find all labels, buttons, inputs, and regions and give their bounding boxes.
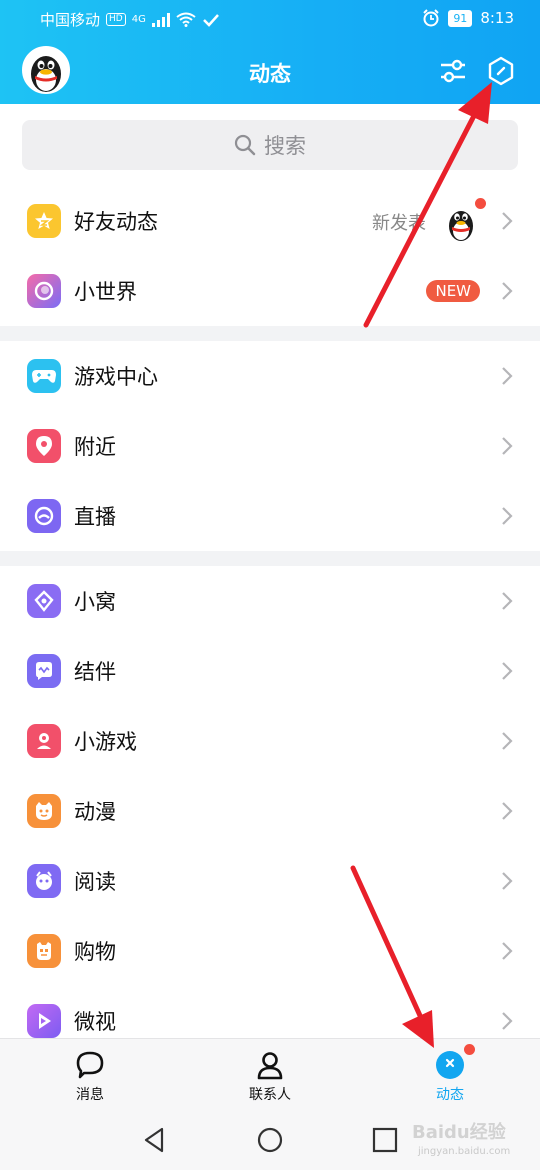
hexagon-settings-icon[interactable] [486, 56, 516, 86]
signal-icon [151, 12, 170, 27]
menu-item-label: 游戏中心 [74, 365, 158, 389]
chevron-right-icon [502, 507, 513, 525]
chevron-right-icon [502, 802, 513, 820]
chat-wave-icon [27, 654, 61, 688]
menu-item-label: 小游戏 [74, 730, 137, 754]
menu-group-2: 游戏中心 附近 直播 [0, 341, 540, 551]
chevron-right-icon [502, 437, 513, 455]
status-bar: 中国移动 HD 4G 91 8:13 [0, 0, 540, 38]
menu-item-mini-game[interactable]: 小游戏 [0, 706, 540, 776]
gamepad-icon [27, 359, 61, 393]
chat-bubble-icon [76, 1051, 104, 1079]
shopping-icon [27, 934, 61, 968]
menu-item-companion[interactable]: 结伴 [0, 636, 540, 706]
bottom-tab-bar: 消息 联系人 动态 [0, 1038, 540, 1108]
mini-game-icon [27, 724, 61, 758]
tab-label: 联系人 [249, 1087, 291, 1103]
menu-item-label: 小世界 [74, 280, 137, 304]
chevron-right-icon [502, 942, 513, 960]
menu-item-label: 小窝 [74, 590, 116, 614]
network-type: 4G [131, 14, 146, 25]
menu-item-friend-feed[interactable]: 好友动态 新发表 [0, 186, 540, 256]
watermark-sub: jingyan.baidu.com [418, 1146, 511, 1157]
alarm-icon [423, 9, 440, 27]
menu-item-weishi[interactable]: 微视 [0, 986, 540, 1038]
menu-item-label: 结伴 [74, 660, 116, 684]
menu-item-live[interactable]: 直播 [0, 481, 540, 551]
menu-group-3: 小窝 结伴 小游戏 动漫 阅读 购物 微视 [0, 566, 540, 1038]
tab-label: 动态 [436, 1087, 464, 1103]
menu-item-reading[interactable]: 阅读 [0, 846, 540, 916]
menu-item-anime[interactable]: 动漫 [0, 776, 540, 846]
tab-messages[interactable]: 消息 [30, 1039, 150, 1109]
menu-item-small-world[interactable]: 小世界 NEW [0, 256, 540, 326]
chevron-right-icon [502, 282, 513, 300]
hd-badge: HD [106, 13, 126, 26]
tab-feed[interactable]: 动态 [390, 1039, 510, 1109]
feed-star-icon [436, 1051, 464, 1079]
chevron-right-icon [502, 662, 513, 680]
search-placeholder: 搜索 [264, 134, 306, 158]
chevron-right-icon [502, 1012, 513, 1030]
person-icon [257, 1052, 283, 1080]
battery-indicator: 91 [448, 9, 473, 27]
menu-group-1: 好友动态 新发表 小世界 NEW [0, 186, 540, 326]
unread-dot [475, 198, 486, 209]
menu-item-label: 好友动态 [74, 210, 158, 234]
star-icon [27, 204, 61, 238]
watermark-text: Baidu经验 [412, 1122, 506, 1143]
anime-icon [27, 794, 61, 828]
home-icon [27, 584, 61, 618]
back-triangle-icon[interactable] [140, 1125, 170, 1155]
tab-label: 消息 [76, 1087, 104, 1103]
chevron-right-icon [502, 872, 513, 890]
menu-item-label: 直播 [74, 505, 116, 529]
menu-item-label: 购物 [74, 940, 116, 964]
live-icon [27, 499, 61, 533]
search-icon [234, 134, 256, 156]
menu-item-label: 微视 [74, 1010, 116, 1034]
recents-square-icon[interactable] [370, 1125, 400, 1155]
carrier-name: 中国移动 [40, 11, 101, 29]
tab-contacts[interactable]: 联系人 [210, 1039, 330, 1109]
new-badge: NEW [426, 280, 480, 302]
wifi-icon [176, 12, 196, 27]
friend-avatar-icon [449, 211, 473, 241]
video-play-icon [27, 1004, 61, 1038]
menu-item-game-center[interactable]: 游戏中心 [0, 341, 540, 411]
chevron-right-icon [502, 732, 513, 750]
menu-item-nearby[interactable]: 附近 [0, 411, 540, 481]
clock: 8:13 [480, 9, 514, 27]
search-area: 搜索 [0, 104, 540, 186]
location-pin-icon [27, 429, 61, 463]
menu-item-label: 附近 [74, 435, 116, 459]
chevron-right-icon [502, 592, 513, 610]
menu-item-label: 阅读 [74, 870, 116, 894]
home-circle-icon[interactable] [255, 1125, 285, 1155]
data-saver-icon [202, 13, 219, 27]
system-nav-bar: Baidu经验 jingyan.baidu.com [0, 1108, 540, 1170]
menu-item-nest[interactable]: 小窝 [0, 566, 540, 636]
feed-content: 搜索 好友动态 新发表 小世界 NEW 游戏中心 附近 直播 小窝 结伴 小游戏… [0, 104, 540, 1038]
chevron-right-icon [502, 367, 513, 385]
search-input[interactable]: 搜索 [22, 120, 518, 170]
filter-settings-icon[interactable] [438, 56, 468, 86]
menu-item-shopping[interactable]: 购物 [0, 916, 540, 986]
chevron-right-icon [502, 212, 513, 230]
planet-icon [27, 274, 61, 308]
reading-icon [27, 864, 61, 898]
feed-unread-dot [464, 1044, 475, 1055]
new-post-text: 新发表 [372, 213, 426, 234]
menu-item-label: 动漫 [74, 800, 116, 824]
header-bar: 中国移动 HD 4G 91 8:13 动态 [0, 0, 540, 104]
